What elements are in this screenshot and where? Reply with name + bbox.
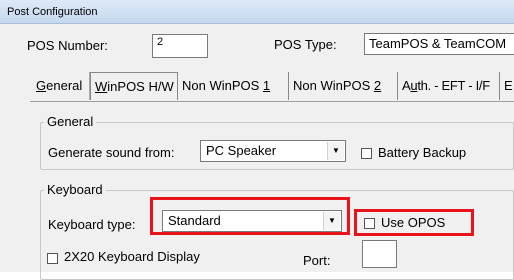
pos-number-label: POS Number: [27, 38, 108, 53]
tab-e[interactable]: E [500, 72, 514, 100]
pos-type-field[interactable]: TeamPOS & TeamCOM [364, 33, 514, 55]
sound-source-dropdown[interactable]: PC Speaker ▼ [200, 140, 346, 162]
pos-type-label: POS Type: [274, 37, 337, 52]
tab-divider [30, 101, 514, 102]
tab-auth-eft-if[interactable]: Auth. - EFT - I/F [398, 72, 500, 100]
tab-winpos-hw[interactable]: WinPOS H/W [90, 72, 178, 100]
keyboard-group-title: Keyboard [44, 182, 106, 197]
sound-source-value: PC Speaker [206, 143, 277, 158]
battery-backup-label: Battery Backup [378, 145, 467, 160]
sound-source-label: Generate sound from: [48, 145, 175, 160]
tab-strip: General WinPOS H/W Non WinPOS 1 Non WinP… [30, 72, 514, 102]
tab-non-winpos-2[interactable]: Non WinPOS 2 [289, 72, 398, 100]
post-configuration-window: Post Configuration POS Number: 2 POS Typ… [0, 0, 514, 280]
tab-non-winpos-1[interactable]: Non WinPOS 1 [178, 72, 289, 100]
battery-backup-checkbox[interactable] [361, 148, 372, 159]
keyboard-type-label: Keyboard type: [48, 217, 136, 232]
keyboard-display-checkbox[interactable] [47, 253, 58, 264]
keyboard-display-label: 2X20 Keyboard Display [64, 249, 200, 264]
port-field[interactable] [362, 240, 397, 268]
use-opos-highlight [354, 209, 474, 236]
keyboard-type-highlight [150, 197, 350, 235]
general-group-title: General [44, 114, 97, 129]
port-label: Port: [303, 253, 331, 268]
tab-general[interactable]: General [32, 72, 90, 100]
chevron-down-icon[interactable]: ▼ [327, 142, 344, 160]
pos-number-field[interactable]: 2 [152, 34, 208, 58]
window-title: Post Configuration [0, 0, 514, 24]
